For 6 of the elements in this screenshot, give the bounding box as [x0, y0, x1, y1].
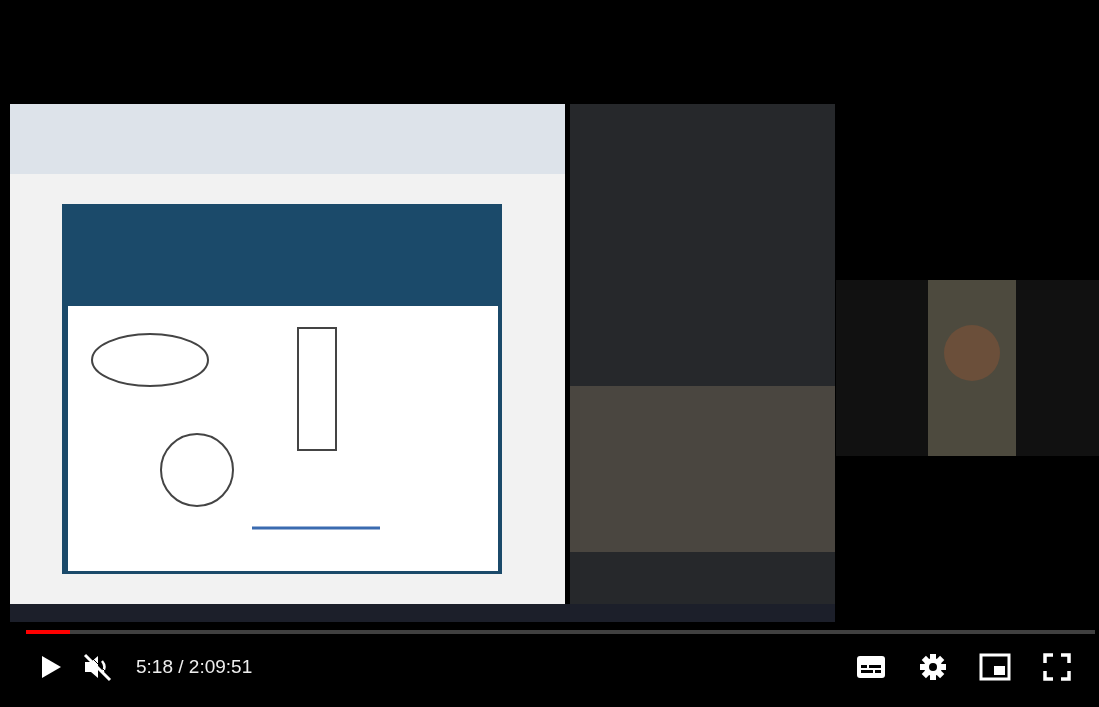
miniplayer-icon	[979, 653, 1011, 681]
progress-bar[interactable]	[26, 630, 1095, 634]
settings-icon	[919, 653, 947, 681]
time-display: 5:18 / 2:09:51	[136, 656, 253, 678]
subtitles-icon	[856, 654, 886, 680]
fullscreen-icon	[1043, 653, 1071, 681]
